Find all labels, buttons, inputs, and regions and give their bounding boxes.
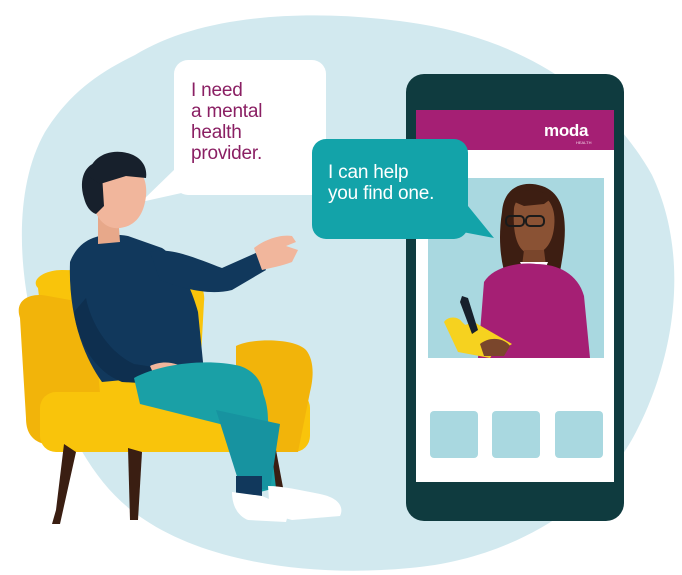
tile-2 (492, 411, 540, 458)
user-message: I need a mental health provider. (191, 80, 262, 164)
provider-message: I can help you find one. (328, 162, 434, 204)
tile-1 (430, 411, 478, 458)
brand-logo: moda (544, 121, 589, 140)
provider-message-line: you find one. (328, 183, 435, 204)
brand-logo-subtext: HEALTH (576, 140, 592, 145)
illustration-canvas (18, 15, 675, 571)
user-message-line: I need (191, 80, 243, 101)
user-message-line: provider. (191, 143, 263, 164)
provider-message-line: I can help (328, 162, 409, 183)
user-message-line: health (191, 122, 242, 143)
tile-row (430, 411, 603, 458)
user-message-line: a mental (191, 101, 263, 122)
tile-3 (555, 411, 603, 458)
